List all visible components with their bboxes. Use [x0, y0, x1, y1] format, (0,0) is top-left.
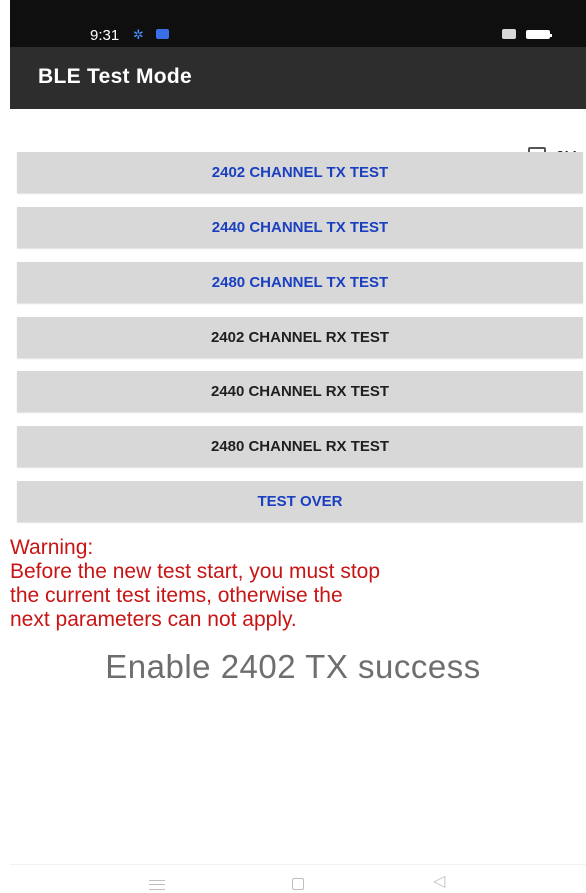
warning-message: Warning: Before the new test start, you … — [10, 536, 584, 632]
sim-icon — [502, 29, 516, 39]
warning-line: next parameters can not apply. — [10, 608, 297, 631]
tx-2480-button[interactable]: 2480 CHANNEL TX TEST — [17, 262, 583, 303]
test-over-button[interactable]: TEST OVER — [17, 481, 583, 522]
home-icon[interactable] — [292, 878, 304, 890]
warning-line: Before the new test start, you must stop — [10, 560, 381, 583]
status-right-icons — [502, 29, 552, 39]
divider — [10, 864, 586, 865]
status-time: 9:31 — [90, 27, 120, 44]
test-result-status: Enable 2402 TX success — [105, 648, 481, 685]
system-nav-bar: ◁ — [0, 866, 586, 893]
warning-line: the current test items, otherwise the — [10, 584, 343, 607]
rx-2402-button[interactable]: 2402 CHANNEL RX TEST — [17, 317, 583, 358]
warning-heading: Warning: — [10, 536, 94, 559]
battery-icon — [526, 29, 552, 39]
status-bar: 9:31 ✲ — [10, 0, 586, 47]
tx-2440-button[interactable]: 2440 CHANNEL TX TEST — [17, 207, 583, 248]
menu-icon[interactable] — [149, 880, 165, 890]
page-title: BLE Test Mode — [38, 65, 193, 88]
tx-2402-button[interactable]: 2402 CHANNEL TX TEST — [17, 152, 583, 193]
app-bar: BLE Test Mode — [10, 47, 586, 109]
rx-2480-button[interactable]: 2480 CHANNEL RX TEST — [17, 426, 583, 467]
back-icon[interactable]: ◁ — [433, 874, 445, 890]
app-badge-icon — [156, 29, 169, 39]
gear-icon: ✲ — [133, 27, 144, 42]
rx-2440-button[interactable]: 2440 CHANNEL RX TEST — [17, 371, 583, 412]
